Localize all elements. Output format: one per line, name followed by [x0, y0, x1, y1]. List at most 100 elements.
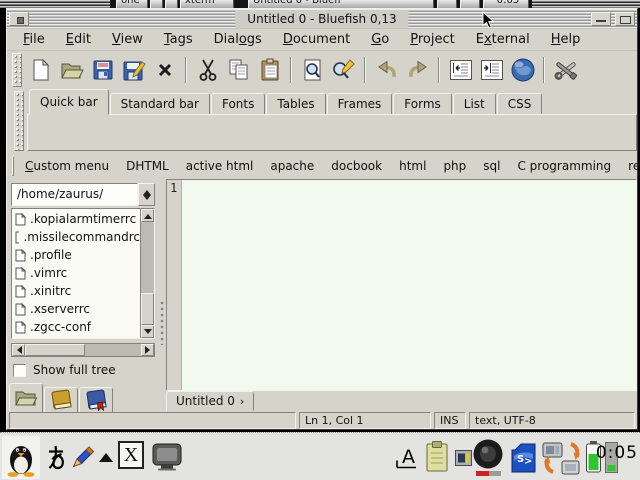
window-menu-button[interactable]	[9, 12, 29, 26]
backdrop-task-button[interactable]: one	[116, 0, 148, 8]
tab-file-browser[interactable]	[9, 383, 43, 413]
card-sync-applet[interactable]	[540, 439, 582, 477]
show-full-tree-label: Show full tree	[33, 363, 116, 377]
backdrop-task-button[interactable]	[437, 0, 457, 8]
file-list-vscrollbar[interactable]	[140, 209, 154, 338]
cut-button[interactable]	[192, 54, 223, 86]
tab-list[interactable]: List	[453, 93, 496, 115]
tab-quick-bar[interactable]: Quick bar	[29, 89, 109, 115]
scroll-down-button[interactable]	[141, 325, 154, 338]
custom-menu-html[interactable]: html	[399, 159, 426, 173]
toolbar-grip[interactable]	[12, 53, 22, 87]
show-full-tree-checkbox[interactable]	[13, 364, 26, 377]
file-list-hscrollbar[interactable]	[11, 343, 155, 357]
custom-menu-php[interactable]: php	[443, 159, 466, 173]
sd-card-applet[interactable]: S >	[508, 441, 538, 474]
text-input-button[interactable]: A	[394, 443, 422, 473]
file-item[interactable]: .xserverrc	[12, 300, 140, 318]
terminal-button[interactable]	[150, 441, 184, 471]
custom-menu-docbook[interactable]: docbook	[331, 159, 382, 173]
scroll-left-button[interactable]	[12, 344, 25, 356]
input-method-button[interactable]	[44, 443, 68, 471]
copy-button[interactable]	[223, 54, 254, 86]
tab-tables[interactable]: Tables	[266, 93, 325, 115]
popup-arrow-button[interactable]	[97, 451, 115, 465]
tab-standard-bar[interactable]: Standard bar	[110, 93, 210, 115]
undo-button[interactable]	[371, 54, 402, 86]
menu-external[interactable]: External	[476, 32, 530, 47]
indent-button[interactable]	[476, 54, 507, 86]
file-item[interactable]: .xinitrc	[12, 282, 140, 300]
menu-project[interactable]: Project	[410, 32, 455, 47]
editor-canvas[interactable]	[182, 180, 636, 390]
paste-button[interactable]	[254, 54, 285, 86]
custom-menu-sql[interactable]: sql	[483, 159, 500, 173]
preview-browser-button[interactable]	[507, 54, 538, 86]
menu-tags[interactable]: Tags	[164, 32, 193, 47]
menu-document[interactable]: Document	[283, 32, 350, 47]
html-toolbar-tabs: Quick barStandard barFontsTablesFramesFo…	[27, 89, 637, 115]
file-item[interactable]: .zgcc-conf	[12, 318, 140, 336]
stylus-button[interactable]	[68, 441, 96, 471]
scroll-up-button[interactable]	[141, 209, 154, 222]
clipboard-applet[interactable]	[424, 439, 450, 473]
document-tab[interactable]: Untitled 0 ›	[166, 391, 254, 411]
file-item[interactable]: .kopialarmtimerrc	[12, 210, 140, 228]
new-document-button[interactable]	[25, 54, 56, 86]
file-icon	[15, 285, 26, 298]
file-item[interactable]: .missilecommandrc	[12, 228, 140, 246]
file-item[interactable]: .profile	[12, 246, 140, 264]
backdrop-task-button[interactable]	[165, 0, 178, 8]
custom-menu-c-programming[interactable]: C programming	[517, 159, 611, 173]
pane-splitter[interactable]	[159, 179, 166, 411]
file-list: .kopialarmtimerrc .missilecommandrc .profi…	[11, 208, 155, 339]
custom-menu-apache[interactable]: apache	[270, 159, 314, 173]
custom-menu-replace[interactable]: replace	[628, 159, 640, 173]
menu-file[interactable]: File	[23, 32, 45, 47]
file-name: .missilecommandrc	[23, 230, 140, 244]
custom-menu-grip[interactable]	[12, 156, 14, 176]
scroll-right-button[interactable]	[141, 344, 154, 356]
titlebar[interactable]: Untitled 0 - Bluefish 0,13	[7, 9, 637, 29]
backdrop-task-button[interactable]	[150, 0, 163, 8]
find-replace-button[interactable]	[328, 54, 359, 86]
tab-frames[interactable]: Frames	[327, 93, 393, 115]
save-as-button[interactable]	[118, 54, 149, 86]
save-button[interactable]	[87, 54, 118, 86]
backdrop-task-button[interactable]: Untitled 0 - Bluefi	[248, 0, 434, 8]
arrow-up-icon	[144, 210, 152, 219]
unindent-button[interactable]	[445, 54, 476, 86]
custom-menu-dhtml[interactable]: DHTML	[126, 159, 169, 173]
volume-applet[interactable]	[470, 437, 506, 479]
menu-go[interactable]: Go	[371, 32, 389, 47]
file-name: .xinitrc	[30, 284, 71, 298]
custom-menu-custom-menu[interactable]: Custom menu	[25, 159, 109, 173]
path-entry[interactable]: /home/zaurus/	[11, 183, 138, 206]
html-toolbar-grip[interactable]	[14, 91, 24, 151]
menu-help[interactable]: Help	[551, 32, 581, 47]
launcher-button[interactable]	[2, 436, 40, 479]
minimize-button[interactable]	[591, 12, 611, 26]
find-button[interactable]	[297, 54, 328, 86]
maximize-button[interactable]	[615, 12, 635, 26]
backdrop-task-button[interactable]: xterm	[180, 0, 234, 8]
file-item[interactable]: .vimrc	[12, 264, 140, 282]
path-spinner[interactable]	[138, 183, 155, 206]
menu-dialogs[interactable]: Dialogs	[214, 32, 262, 47]
redo-button[interactable]	[402, 54, 433, 86]
tab-documentation[interactable]	[79, 387, 113, 413]
preferences-button[interactable]	[550, 54, 581, 86]
menu-edit[interactable]: Edit	[66, 32, 91, 47]
menu-view[interactable]: View	[112, 32, 143, 47]
hscroll-thumb[interactable]	[25, 344, 85, 356]
vscroll-thumb[interactable]	[141, 293, 154, 325]
tab-forms[interactable]: Forms	[393, 93, 451, 115]
open-button[interactable]	[56, 54, 87, 86]
tab-reference[interactable]	[44, 387, 78, 413]
close-button[interactable]	[149, 54, 180, 86]
tab-fonts[interactable]: Fonts	[211, 93, 265, 115]
tab-css[interactable]: CSS	[497, 93, 543, 115]
backdrop-task-button[interactable]	[460, 0, 480, 8]
custom-menu-active-html[interactable]: active html	[186, 159, 254, 173]
x11-app-button[interactable]: X	[118, 441, 144, 469]
